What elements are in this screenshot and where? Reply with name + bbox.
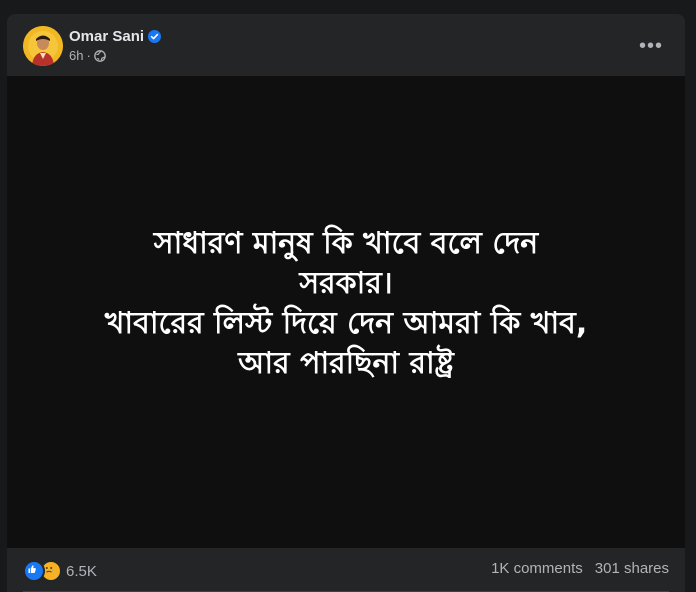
post-header: Omar Sani 6h · ••• <box>7 14 685 76</box>
verified-badge-icon <box>148 30 162 43</box>
author-line: Omar Sani <box>69 28 162 45</box>
post-image-text-line: আর পারছিনা রাষ্ট্র <box>238 346 454 381</box>
post-time[interactable]: 6h <box>69 48 83 63</box>
post-image-text-line: সরকার। <box>299 266 393 301</box>
post-image-text-line: সাধারণ মানুষ কি খাবে বলে দেন <box>153 226 539 261</box>
post-image[interactable]: সাধারণ মানুষ কি খাবে বলে দেন সরকার। খাবা… <box>7 76 685 548</box>
shares-count-link[interactable]: 301 shares <box>595 560 669 577</box>
reaction-count: 6.5K <box>66 562 97 580</box>
more-options-icon: ••• <box>638 34 663 57</box>
author-name[interactable]: Omar Sani <box>69 28 144 45</box>
author-block: Omar Sani 6h · <box>69 28 162 63</box>
post-footer: 6.5K 1K comments 301 shares <box>7 548 685 592</box>
comments-count-link[interactable]: 1K comments <box>491 560 583 577</box>
post-image-text: সাধারণ মানুষ কি খাবে বলে দেন সরকার। খাবা… <box>105 224 588 384</box>
globe-icon[interactable] <box>93 49 106 62</box>
engagement-stats: 1K comments 301 shares <box>491 560 669 577</box>
post-card: Omar Sani 6h · ••• সাধারণ মানুষ কি খাবে … <box>7 14 685 592</box>
more-options-button[interactable]: ••• <box>633 28 669 64</box>
meta-separator: · <box>86 48 91 63</box>
post-image-text-line: খাবারের লিস্ট দিয়ে দেন আমরা কি খাব, <box>104 306 588 341</box>
author-avatar[interactable] <box>23 26 63 66</box>
post-meta: 6h · <box>69 48 161 63</box>
like-reaction-icon <box>23 560 45 582</box>
reactions-summary[interactable]: 6.5K <box>23 560 97 582</box>
avatar-photo-icon <box>23 26 63 66</box>
